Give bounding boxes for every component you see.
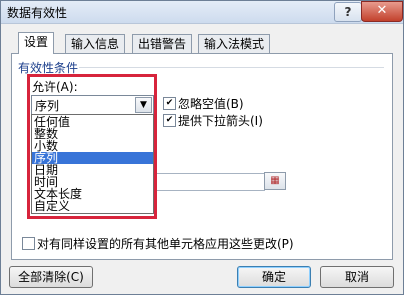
dropdown-arrow-label: 提供下拉箭头(I) xyxy=(178,114,263,128)
group-divider xyxy=(79,67,384,68)
ignore-blank-checkbox[interactable]: ✔ xyxy=(163,97,176,110)
tab-error-alert[interactable]: 出错警告 xyxy=(132,34,193,53)
tab-input-message[interactable]: 输入信息 xyxy=(65,34,126,53)
list-item-custom[interactable]: 自定义 xyxy=(32,200,153,212)
help-button[interactable]: ? xyxy=(334,2,362,22)
clear-all-button[interactable]: 全部清除(C) xyxy=(9,266,93,288)
window-title: 数据有效性 xyxy=(7,6,68,20)
source-input[interactable] xyxy=(153,173,265,191)
ignore-blank-label: 忽略空值(B) xyxy=(178,97,244,111)
allow-combobox[interactable]: 序列 ▼ xyxy=(31,95,154,115)
range-select-icon[interactable]: ▦ xyxy=(264,172,286,190)
title-bar: 数据有效性 ? ✕ xyxy=(1,1,403,24)
ok-button[interactable]: 确定 xyxy=(237,266,311,288)
tab-ime-mode[interactable]: 输入法模式 xyxy=(198,34,271,53)
allow-value: 序列 xyxy=(35,99,60,113)
criteria-group-label: 有效性条件 xyxy=(18,61,79,75)
dropdown-arrow-checkbox[interactable]: ✔ xyxy=(163,114,176,127)
cancel-button[interactable]: 取消 xyxy=(320,266,394,288)
close-button[interactable]: ✕ xyxy=(361,1,403,22)
apply-all-label: 对有同样设置的所有其他单元格应用这些更改(P) xyxy=(37,237,294,251)
data-validation-dialog: 数据有效性 ? ✕ 设置 输入信息 出错警告 输入法模式 有效性条件 允许(A)… xyxy=(0,0,404,295)
apply-all-checkbox[interactable] xyxy=(22,237,35,250)
tab-settings[interactable]: 设置 xyxy=(18,32,55,54)
dropdown-arrow-icon[interactable]: ▼ xyxy=(135,97,152,113)
allow-options-list[interactable]: 任何值 整数 小数 序列 日期 时间 文本长度 自定义 xyxy=(31,114,154,214)
allow-label: 允许(A): xyxy=(32,80,78,94)
